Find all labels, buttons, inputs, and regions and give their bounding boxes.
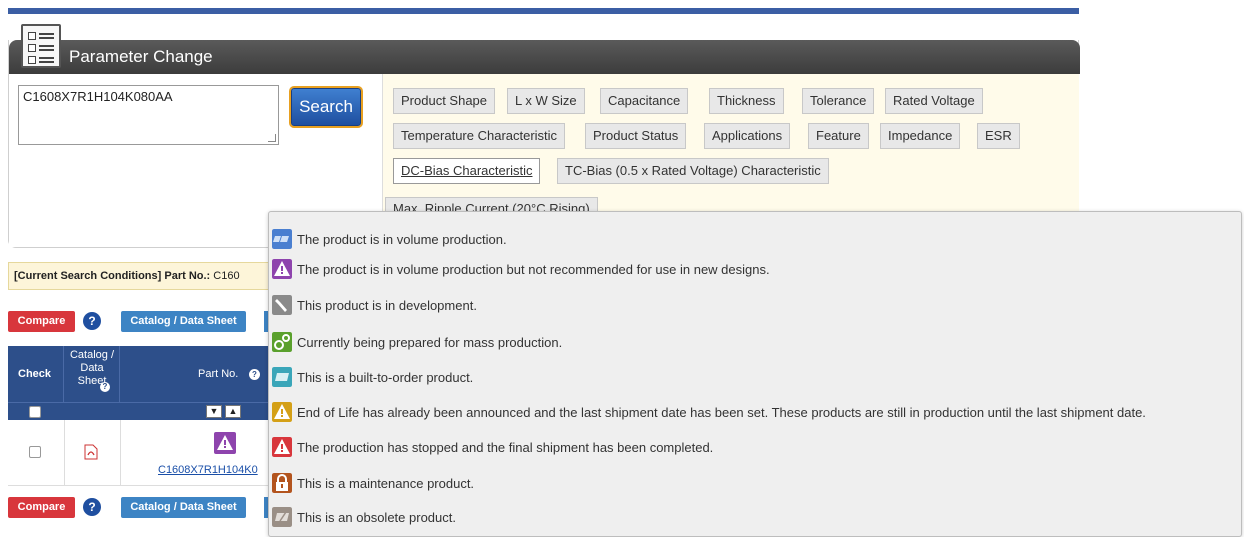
legend-text: Currently being prepared for mass produc…	[297, 335, 563, 350]
sort-asc-button[interactable]: ▲	[225, 405, 241, 418]
legend-text: This is an obsolete product.	[297, 510, 456, 525]
filter-feature[interactable]: Feature	[808, 123, 869, 149]
catalog-button-top[interactable]: Catalog / Data Sheet	[121, 311, 246, 332]
resize-grip-icon[interactable]	[268, 134, 276, 142]
column-catalog: Catalog / Data Sheet ?	[64, 346, 120, 402]
volume-production-icon	[272, 229, 292, 249]
search-value: C1608X7R1H104K080AA	[23, 89, 173, 104]
filter-applications[interactable]: Applications	[704, 123, 791, 149]
sort-desc-button[interactable]: ▼	[206, 405, 222, 418]
filter-lxw-size[interactable]: L x W Size	[507, 88, 585, 114]
column-catalog-label: Catalog / Data Sheet	[69, 349, 115, 387]
top-accent-bar	[8, 8, 1079, 14]
wrench-icon	[272, 295, 292, 315]
legend-text: The production has stopped and the final…	[297, 440, 714, 455]
filter-rated-voltage[interactable]: Rated Voltage	[885, 88, 983, 114]
column-check-label: Check	[18, 368, 52, 380]
status-legend-tooltip: The product is in volume production. The…	[268, 211, 1242, 537]
filter-product-shape[interactable]: Product Shape	[393, 88, 496, 114]
part-number-link[interactable]: C1608X7R1H104K0	[158, 464, 258, 476]
select-all-checkbox[interactable]	[29, 406, 41, 418]
not-recommended-icon	[272, 259, 292, 279]
pdf-icon[interactable]	[84, 444, 98, 460]
panel-title: Parameter Change	[69, 47, 213, 66]
compare-button-top[interactable]: Compare	[8, 311, 75, 332]
not-recommended-status-icon	[214, 432, 236, 454]
legend-text: This is a maintenance product.	[297, 476, 475, 491]
legend-text: This is a built-to-order product.	[297, 370, 474, 385]
table-row: C1608X7R1H104K0	[8, 420, 270, 486]
conditions-label: [Current Search Conditions]	[14, 270, 162, 282]
legend-text: The product is in volume production but …	[297, 262, 770, 277]
column-part-no-label: Part No.	[198, 368, 239, 380]
help-icon-bottom[interactable]: ?	[83, 498, 101, 516]
search-button[interactable]: Search	[291, 88, 361, 126]
part-no-help-icon[interactable]: ?	[249, 369, 260, 380]
discontinued-icon	[272, 437, 292, 457]
column-check: Check	[8, 346, 64, 402]
filter-esr[interactable]: ESR	[977, 123, 1020, 149]
built-to-order-icon	[272, 367, 292, 387]
filter-tolerance[interactable]: Tolerance	[802, 88, 875, 114]
filter-temperature-characteristic[interactable]: Temperature Characteristic	[393, 123, 566, 149]
legend-text: The product is in volume production.	[297, 232, 507, 247]
help-icon-top[interactable]: ?	[83, 312, 101, 330]
legend-text: This product is in development.	[297, 298, 477, 313]
filter-thickness[interactable]: Thickness	[709, 88, 784, 114]
maintenance-lock-icon	[272, 473, 292, 493]
legend-text: End of Life has already been announced a…	[297, 405, 1146, 420]
table-filter-row: ▼ ▲	[8, 402, 270, 420]
obsolete-icon	[272, 507, 292, 527]
filter-dc-bias-characteristic[interactable]: DC-Bias Characteristic	[393, 158, 541, 184]
compare-button-bottom[interactable]: Compare	[8, 497, 75, 518]
conditions-part-value: C160	[213, 270, 240, 282]
part-number-textarea[interactable]: C1608X7R1H104K080AA	[18, 85, 279, 145]
conditions-part-label: Part No.:	[164, 270, 211, 282]
current-search-conditions: [Current Search Conditions] Part No.: C1…	[8, 262, 270, 290]
row-checkbox[interactable]	[29, 446, 41, 458]
filter-capacitance[interactable]: Capacitance	[600, 88, 689, 114]
gears-icon	[272, 332, 292, 352]
filter-max-ripple-current[interactable]: Max. Ripple Current (20°C Rising)	[385, 197, 598, 211]
checklist-icon	[21, 24, 61, 68]
panel-header: Parameter Change	[9, 40, 1080, 74]
end-of-life-icon	[272, 402, 292, 422]
catalog-help-icon[interactable]: ?	[100, 382, 110, 392]
catalog-button-bottom[interactable]: Catalog / Data Sheet	[121, 497, 246, 518]
filter-impedance[interactable]: Impedance	[880, 123, 961, 149]
results-table-header: Check Catalog / Data Sheet ? Part No. ?	[8, 346, 270, 402]
filter-product-status[interactable]: Product Status	[585, 123, 687, 149]
column-part-no[interactable]: Part No. ?	[120, 346, 270, 402]
filter-tc-bias-characteristic[interactable]: TC-Bias (0.5 x Rated Voltage) Characteri…	[557, 158, 829, 184]
